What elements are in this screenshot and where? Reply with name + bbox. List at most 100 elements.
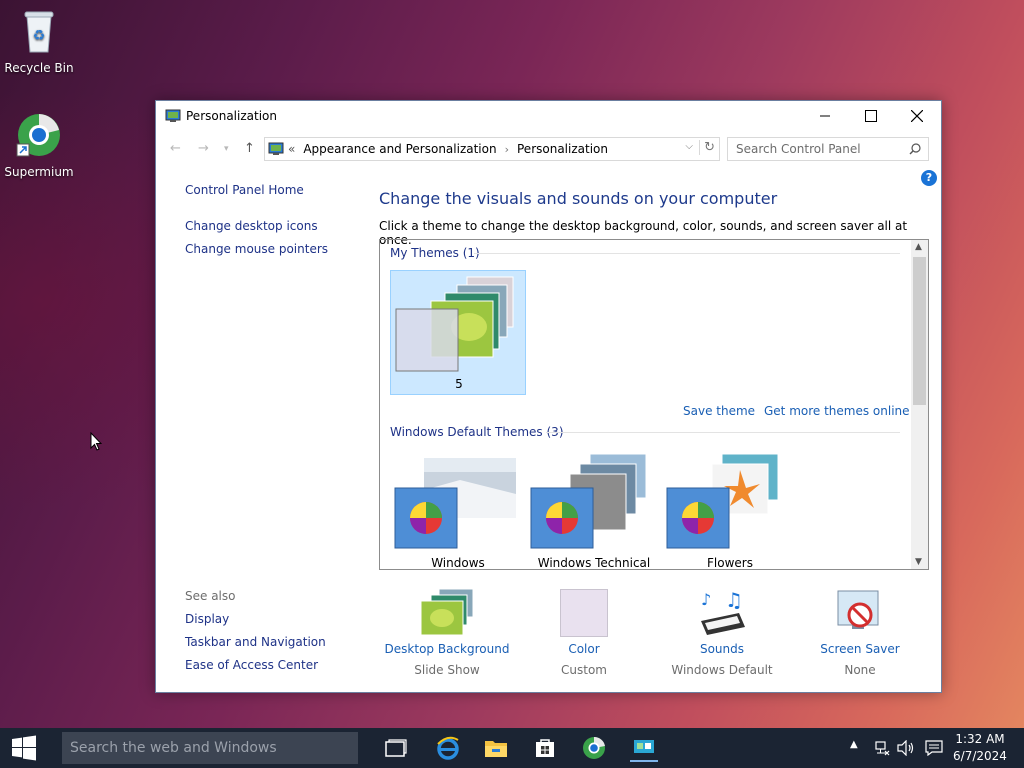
theme-name: Flowers [707,556,753,570]
desktop-background-value: Slide Show [414,663,480,677]
supermium-icon [16,114,60,157]
refresh-icon[interactable]: ↻ [699,140,715,155]
sounds-label[interactable]: Sounds [657,642,787,656]
personalization-window: Personalization ← → ▾ ↑ « Appearance and… [155,100,942,693]
screen-saver-setting[interactable]: Screen Saver None [795,587,925,677]
theme-tile-windows[interactable]: Windows [390,450,526,570]
control-panel-icon [268,142,284,155]
task-view-button[interactable] [382,734,410,762]
internet-explorer-icon [437,736,459,760]
breadcrumb-separator-icon: › [504,142,509,156]
minimize-icon [820,115,830,117]
theme-name: 5 [455,377,463,391]
screen-saver-label[interactable]: Screen Saver [795,642,925,656]
theme-preview-icon [395,276,514,372]
theme-preview-icon [666,453,779,549]
display-link[interactable]: Display [185,612,229,626]
close-button[interactable] [894,101,940,131]
svg-text:♻: ♻ [33,28,46,44]
taskbar-search-input[interactable]: Search the web and Windows [62,732,358,764]
desktop-icon-label: Supermium [4,165,74,179]
group-divider [546,432,900,433]
taskbar: Search the web and Windows ▲ 1:32 AM 6/7… [0,728,1024,768]
svg-text:♫: ♫ [725,588,743,612]
theme-name: Windows Technical [537,556,651,570]
recycle-bin-icon: ♻ [24,11,54,53]
taskbar-file-explorer[interactable] [482,734,510,762]
taskbar-store[interactable] [531,734,559,762]
breadcrumb-personalization[interactable]: Personalization [517,142,608,156]
desktop-icon-recycle-bin[interactable]: ♻ Recycle Bin [1,8,77,75]
default-themes-heading: Windows Default Themes (3) [390,425,564,439]
minimize-button[interactable] [802,101,848,131]
save-theme-link[interactable]: Save theme [683,404,755,418]
windows-logo-icon [12,735,36,761]
back-button[interactable]: ← [170,141,181,156]
scroll-up-icon[interactable]: ▲ [915,242,922,252]
change-desktop-icons-link[interactable]: Change desktop icons [185,219,318,233]
clock-date: 6/7/2024 [953,749,1007,763]
maximize-button[interactable] [848,101,894,131]
close-icon [911,110,923,122]
get-more-themes-link[interactable]: Get more themes online [764,404,910,418]
maximize-icon [865,110,877,122]
up-button[interactable]: ↑ [244,141,255,156]
window-title: Personalization [186,109,277,123]
desktop-icon-label: Recycle Bin [4,61,74,75]
control-panel-icon [634,740,654,753]
color-value: Custom [561,663,607,677]
scrollbar-thumb[interactable] [913,257,926,405]
theme-tile-5[interactable]: 5 [390,270,526,395]
start-button[interactable] [10,734,38,762]
address-bar[interactable]: « Appearance and Personalization › Perso… [264,137,720,161]
breadcrumb-appearance[interactable]: Appearance and Personalization [303,142,496,156]
color-setting[interactable]: Color Custom [519,587,649,677]
screen-saver-icon [837,590,879,629]
address-dropdown-icon[interactable]: ⌵ [685,141,693,152]
change-mouse-pointers-link[interactable]: Change mouse pointers [185,242,328,256]
desktop-background-icon [420,588,474,636]
desktop-icon-supermium[interactable]: Supermium [1,112,77,179]
taskbar-control-panel[interactable] [630,734,658,762]
ease-of-access-link[interactable]: Ease of Access Center [185,658,318,672]
network-icon[interactable] [874,740,890,756]
theme-preview-icon [530,453,647,549]
recent-dropdown-button[interactable]: ▾ [224,144,229,154]
scroll-down-icon[interactable]: ▼ [915,557,922,567]
volume-icon[interactable] [897,740,915,756]
taskbar-supermium[interactable] [580,734,608,762]
theme-tile-windows-technical[interactable]: Windows Technical [526,450,662,570]
clock-time: 1:32 AM [955,732,1005,746]
themes-scrollbar[interactable]: ▲ ▼ [911,240,928,569]
color-icon [560,589,608,637]
search-box[interactable]: Search Control Panel [727,137,929,161]
group-divider [474,253,900,254]
theme-preview-icon [394,458,516,549]
file-explorer-icon [485,741,507,757]
mouse-cursor-icon [90,432,102,451]
forward-button[interactable]: → [198,141,209,156]
sounds-setting[interactable]: ♪ ♫ Sounds Windows Default [657,587,787,677]
show-hidden-icons-icon[interactable]: ▲ [850,739,858,750]
system-clock[interactable]: 1:32 AM 6/7/2024 [950,731,1010,765]
color-label[interactable]: Color [519,642,649,656]
control-panel-home-link[interactable]: Control Panel Home [185,183,304,197]
taskbar-internet-explorer[interactable] [434,734,462,762]
svg-text:♪: ♪ [701,590,711,609]
search-input[interactable]: Search Control Panel [736,142,861,156]
task-view-icon [385,739,407,757]
theme-name: Windows [431,556,485,570]
desktop-background-setting[interactable]: Desktop Background Slide Show [382,587,512,677]
address-toolbar: ← → ▾ ↑ « Appearance and Personalization… [156,137,941,161]
theme-tile-flowers[interactable]: Flowers [662,450,798,570]
screen-saver-value: None [844,663,876,677]
help-button[interactable]: ? [921,170,937,186]
taskbar-navigation-link[interactable]: Taskbar and Navigation [185,635,326,649]
title-bar[interactable]: Personalization [156,101,941,131]
desktop-background-label[interactable]: Desktop Background [382,642,512,656]
control-panel-icon [165,109,181,122]
action-center-icon[interactable] [925,740,943,756]
sounds-value: Windows Default [671,663,773,677]
address-overflow[interactable]: « [288,142,295,156]
themes-list: My Themes (1) 5 Save theme Get more them… [379,239,929,570]
